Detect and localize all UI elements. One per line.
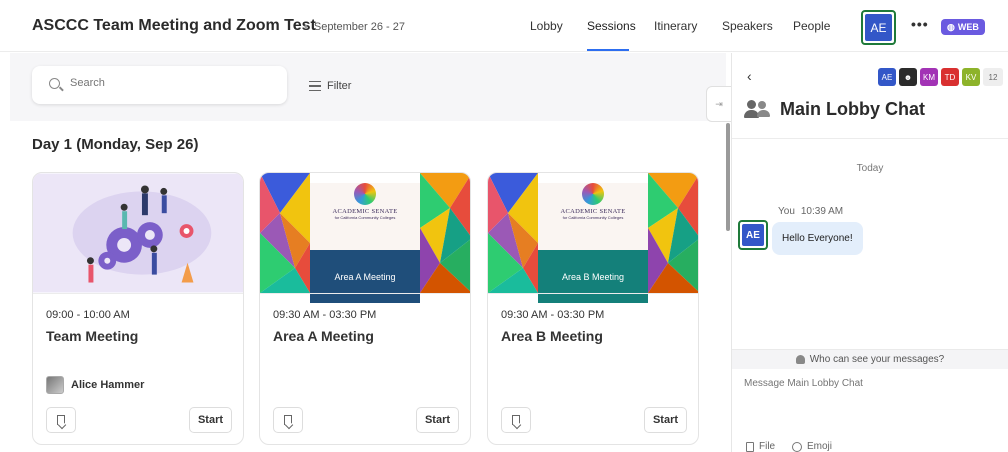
session-title[interactable]: Area A Meeting bbox=[273, 328, 374, 344]
mosaic-right bbox=[420, 173, 470, 293]
banner-center: ACADEMIC SENATE for California Community… bbox=[538, 173, 648, 303]
active-tab-indicator bbox=[587, 49, 629, 51]
mosaic-right bbox=[648, 173, 698, 293]
web-badge-label: WEB bbox=[957, 22, 979, 32]
banner-center: ACADEMIC SENATE for California Community… bbox=[310, 173, 420, 303]
nav-sessions[interactable]: Sessions bbox=[587, 19, 636, 33]
mosaic-left bbox=[488, 173, 538, 293]
start-button[interactable]: Start bbox=[416, 407, 459, 433]
more-options-icon[interactable]: ••• bbox=[911, 16, 929, 32]
participant-avatar: KV bbox=[962, 68, 980, 86]
session-time: 09:00 - 10:00 AM bbox=[46, 309, 130, 321]
emoji-label: Emoji bbox=[807, 441, 833, 452]
participant-avatar: KM bbox=[920, 68, 938, 86]
card-divider bbox=[260, 293, 470, 294]
start-button[interactable]: Start bbox=[189, 407, 232, 433]
session-time: 09:30 AM - 03:30 PM bbox=[501, 309, 605, 321]
top-bar: ASCCC Team Meeting and Zoom Test Septemb… bbox=[0, 0, 1008, 52]
day-separator: Today bbox=[856, 163, 884, 174]
emoji-button[interactable]: Emoji bbox=[792, 441, 832, 452]
banner-label: Area B Meeting bbox=[538, 250, 648, 303]
visibility-text: Who can see your messages? bbox=[809, 354, 945, 365]
filter-icon bbox=[309, 81, 321, 91]
day-heading: Day 1 (Monday, Sep 26) bbox=[32, 136, 199, 153]
chat-divider bbox=[732, 138, 1008, 139]
file-button[interactable]: File bbox=[746, 441, 775, 452]
message-input[interactable] bbox=[744, 378, 999, 389]
bookmark-icon bbox=[512, 415, 520, 425]
card-divider bbox=[33, 293, 243, 294]
globe-icon: ◍ bbox=[947, 21, 955, 32]
message-meta: You 10:39 AM bbox=[778, 206, 843, 217]
session-title[interactable]: Team Meeting bbox=[46, 328, 138, 344]
chat-header: Main Lobby Chat bbox=[744, 98, 925, 120]
nav-lobby[interactable]: Lobby bbox=[530, 19, 563, 33]
search-toolbar: Filter bbox=[10, 53, 726, 121]
nav-itinerary[interactable]: Itinerary bbox=[654, 19, 697, 33]
collapse-chat-icon[interactable]: ⇥ bbox=[706, 86, 732, 122]
message-sender: You bbox=[778, 206, 795, 217]
bookmark-button[interactable] bbox=[273, 407, 303, 433]
bookmark-button[interactable] bbox=[501, 407, 531, 433]
nav-speakers[interactable]: Speakers bbox=[722, 19, 773, 33]
senate-logo-icon bbox=[582, 183, 604, 205]
bookmark-icon bbox=[57, 415, 65, 425]
session-title[interactable]: Area B Meeting bbox=[501, 328, 603, 344]
nav-people[interactable]: People bbox=[793, 19, 830, 33]
message-avatar-initials: AE bbox=[742, 224, 764, 246]
participant-avatars[interactable]: AE ☻ KM TD KV 12 bbox=[878, 68, 1003, 86]
emoji-icon bbox=[792, 441, 802, 452]
filter-label: Filter bbox=[327, 80, 352, 92]
card-divider bbox=[488, 293, 698, 294]
search-box[interactable] bbox=[32, 66, 287, 104]
search-input[interactable] bbox=[70, 77, 270, 89]
user-initials: AE bbox=[865, 14, 892, 41]
session-host[interactable]: Alice Hammer bbox=[46, 376, 144, 394]
person-icon bbox=[795, 355, 805, 364]
banner-label: Area A Meeting bbox=[310, 250, 420, 303]
message-visibility-link[interactable]: Who can see your messages? bbox=[732, 349, 1008, 369]
session-card-team-meeting[interactable]: 09:00 - 10:00 AM Team Meeting Alice Hamm… bbox=[32, 172, 244, 445]
file-label: File bbox=[759, 441, 776, 452]
bookmark-icon bbox=[284, 415, 292, 425]
event-title: ASCCC Team Meeting and Zoom Test bbox=[32, 17, 316, 34]
user-avatar[interactable]: AE bbox=[861, 10, 896, 45]
host-name: Alice Hammer bbox=[71, 379, 145, 391]
sessions-scrollbar[interactable] bbox=[726, 123, 730, 231]
web-badge[interactable]: ◍ WEB bbox=[941, 19, 985, 35]
banner-sub: for California Community Colleges bbox=[562, 215, 624, 220]
banner-sub: for California Community Colleges bbox=[334, 215, 396, 220]
participant-avatar: AE bbox=[878, 68, 896, 86]
session-time: 09:30 AM - 03:30 PM bbox=[273, 309, 377, 321]
area-a-banner: ACADEMIC SENATE for California Community… bbox=[260, 173, 470, 303]
event-dates: September 26 - 27 bbox=[304, 21, 405, 33]
file-icon bbox=[746, 441, 754, 452]
session-card-area-a[interactable]: ACADEMIC SENATE for California Community… bbox=[259, 172, 471, 445]
participant-avatar: TD bbox=[941, 68, 959, 86]
chevron-left-icon[interactable]: ‹ bbox=[747, 68, 752, 84]
person-photo-icon: ☻ bbox=[903, 72, 913, 82]
area-b-banner: ACADEMIC SENATE for California Community… bbox=[488, 173, 698, 303]
senate-logo-icon bbox=[354, 183, 376, 205]
team-illustration bbox=[33, 173, 243, 293]
sessions-panel: Filter Day 1 (Monday, Sep 26) 09:00 - 10… bbox=[0, 53, 731, 452]
message-time: 10:39 AM bbox=[800, 206, 844, 217]
filter-button[interactable]: Filter bbox=[309, 80, 351, 92]
message-bubble[interactable]: Hello Everyone! bbox=[772, 222, 863, 255]
host-avatar bbox=[46, 376, 64, 394]
mosaic-left bbox=[260, 173, 310, 293]
start-button[interactable]: Start bbox=[644, 407, 687, 433]
banner-org: ACADEMIC SENATE bbox=[332, 208, 398, 215]
chat-title: Main Lobby Chat bbox=[780, 98, 925, 119]
search-icon bbox=[49, 78, 60, 89]
message-avatar[interactable]: AE bbox=[738, 220, 768, 250]
bookmark-button[interactable] bbox=[46, 407, 76, 433]
session-card-area-b[interactable]: ACADEMIC SENATE for California Community… bbox=[487, 172, 699, 445]
group-icon bbox=[744, 98, 770, 120]
participant-avatar: ☻ bbox=[899, 68, 917, 86]
participant-count: 12 bbox=[983, 68, 1003, 86]
chat-panel: ‹ AE ☻ KM TD KV 12 Main Lobby Chat Today… bbox=[731, 53, 1008, 452]
banner-org: ACADEMIC SENATE bbox=[560, 208, 626, 215]
